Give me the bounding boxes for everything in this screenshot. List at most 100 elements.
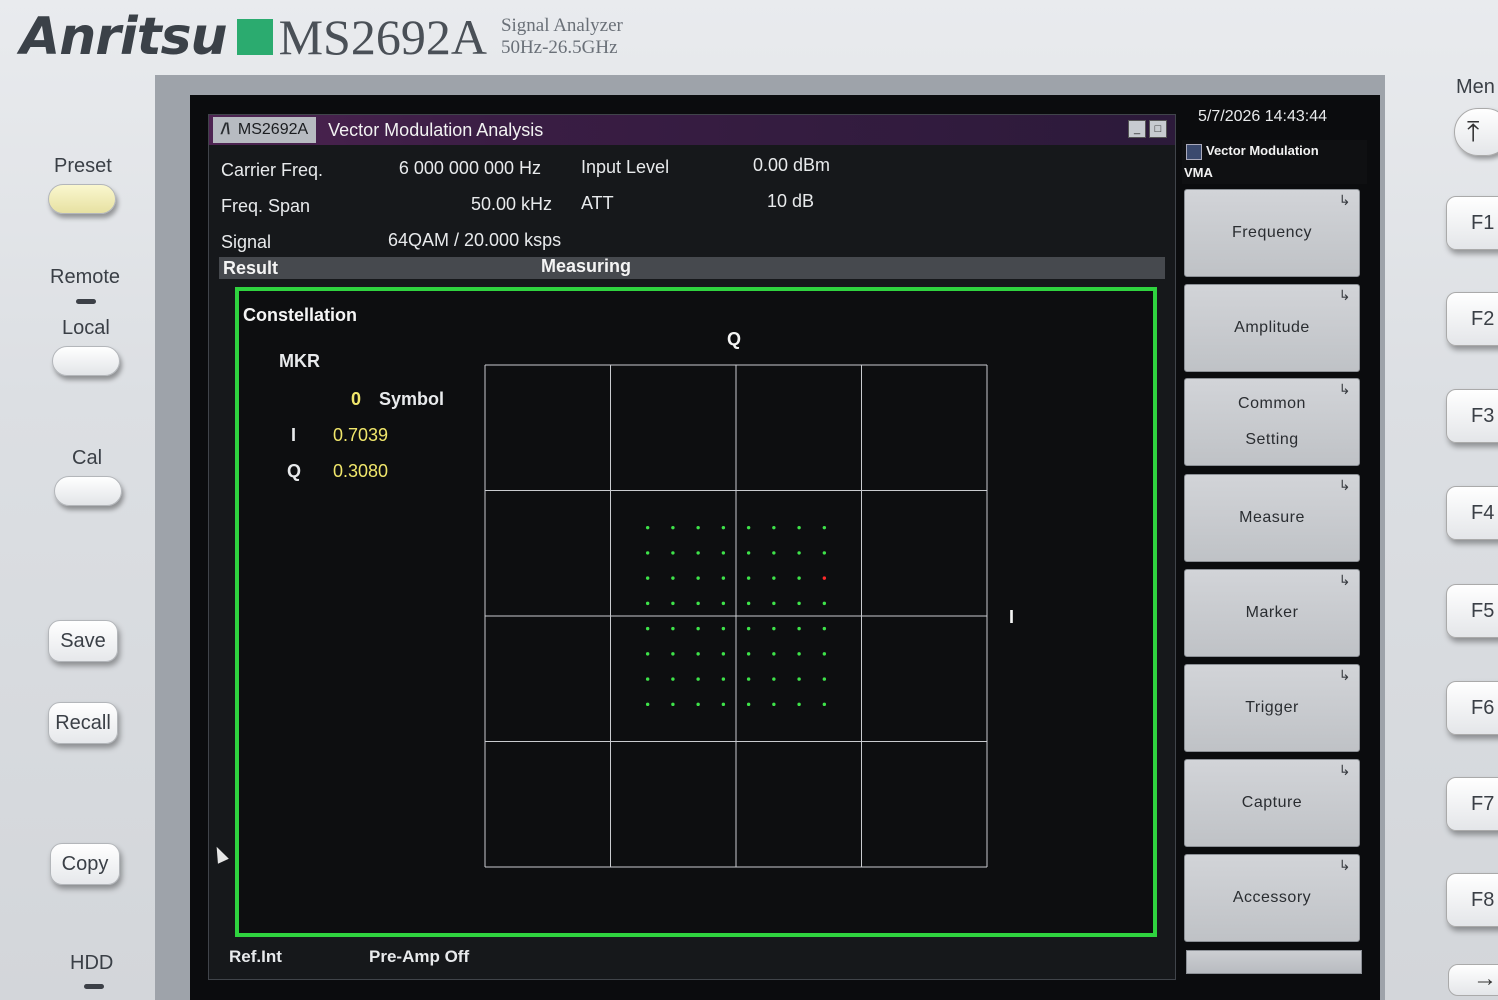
recall-button[interactable]: Recall [48, 702, 118, 744]
f3-key[interactable]: F3 [1446, 389, 1498, 443]
constellation-panel[interactable]: Constellation MKR 0 Symbol I 0.7039 Q 0.… [235, 287, 1157, 937]
constellation-point [797, 551, 801, 555]
f6-key[interactable]: F6 [1446, 681, 1498, 735]
constellation-point [696, 702, 700, 707]
constellation-point [746, 551, 751, 555]
att-value: 10 dB [766, 191, 814, 211]
carrier-freq-label: Carrier Freq. [221, 160, 324, 180]
constellation-point [671, 551, 675, 555]
description-line2: 50Hz-26.5GHz [500, 37, 618, 58]
constellation-point [645, 652, 650, 656]
softkey-trigger[interactable]: ↳ Trigger [1184, 664, 1360, 752]
constellation-point [645, 702, 650, 707]
signal-label: Signal [221, 232, 272, 252]
constellation-point [797, 702, 801, 707]
submenu-arrow-icon: ↳ [1338, 572, 1351, 588]
save-button[interactable]: Save [48, 620, 118, 662]
app-tab[interactable]: /\ MS2692A [213, 117, 317, 143]
marker-q-label: Q [287, 461, 302, 481]
constellation-point [797, 677, 801, 681]
softkey-common-setting[interactable]: ↳ Common Setting [1184, 378, 1360, 466]
constellation-point [721, 677, 726, 681]
softkey-label-line1: Common [1238, 395, 1306, 412]
softkey-measure[interactable]: ↳ Measure [1184, 474, 1360, 562]
f5-key[interactable]: F5 [1446, 584, 1498, 638]
constellation-point [746, 525, 751, 530]
constellation-point [797, 576, 801, 580]
menu-up-button[interactable]: ⤒ [1454, 108, 1498, 156]
constellation-point [822, 702, 827, 707]
constellation-point [746, 652, 751, 656]
softkey-capture[interactable]: ↳ Capture [1184, 759, 1360, 847]
constellation-point [772, 551, 776, 555]
f8-key[interactable]: F8 [1446, 873, 1498, 927]
input-level-value: 0.00 dBm [752, 155, 830, 175]
softkey-label: Amplitude [1234, 319, 1310, 336]
constellation-point [746, 576, 751, 580]
f4-key[interactable]: F4 [1446, 486, 1498, 540]
application-icon [1186, 144, 1202, 160]
hdd-led [84, 984, 104, 989]
input-level-label: Input Level [581, 157, 670, 177]
constellation-point [721, 626, 726, 631]
softkey-label: Capture [1241, 794, 1303, 811]
constellation-point [797, 601, 801, 606]
reference-status: Ref.Int [229, 947, 282, 966]
softkey-panel-header: Vector Modulation VMA [1182, 140, 1367, 184]
result-bar: Result Measuring [219, 256, 1165, 279]
softkey-frequency[interactable]: ↳ Frequency [1184, 189, 1360, 277]
constellation-point [645, 551, 650, 555]
f1-key[interactable]: F1 [1446, 196, 1498, 250]
constellation-point [822, 626, 827, 631]
marker-point [822, 576, 827, 580]
softkey-accessory[interactable]: ↳ Accessory [1184, 854, 1360, 942]
f7-key[interactable]: F7 [1446, 777, 1498, 831]
constellation-point [797, 525, 801, 530]
softkey-label: Accessory [1232, 889, 1312, 906]
softkey-panel-subtitle: VMA [1184, 165, 1213, 180]
constellation-point [746, 677, 751, 681]
remote-label: Remote [50, 266, 121, 288]
constellation-point [772, 576, 776, 580]
measuring-status: Measuring [541, 256, 632, 276]
anritsu-logo: Anritsu [20, 7, 228, 67]
constellation-point [772, 677, 776, 681]
constellation-point [746, 702, 751, 707]
constellation-point [696, 551, 700, 555]
softkey-marker[interactable]: ↳ Marker [1184, 569, 1360, 657]
softkey-blank[interactable] [1186, 950, 1362, 974]
local-button[interactable] [52, 346, 120, 376]
constellation-point [696, 601, 700, 606]
constellation-point [671, 626, 675, 631]
brand-header: Anritsu MS2692A Signal Analyzer 50Hz-26.… [20, 2, 623, 72]
constellation-point [645, 576, 650, 580]
maximize-icon[interactable]: □ [1149, 120, 1167, 138]
constellation-point [696, 576, 700, 580]
cal-button[interactable] [54, 476, 122, 506]
constellation-point [772, 626, 776, 631]
preset-label: Preset [54, 155, 112, 177]
constellation-point [721, 551, 726, 555]
constellation-point [696, 626, 700, 631]
submenu-arrow-icon: ↳ [1338, 667, 1351, 683]
signal-value: 64QAM / 20.000 ksps [388, 230, 562, 250]
marker-i-value: 0.7039 [333, 425, 389, 445]
f2-key[interactable]: F2 [1446, 292, 1498, 346]
local-label: Local [62, 317, 110, 339]
constellation-point [696, 525, 700, 530]
constellation-chart [484, 364, 988, 868]
preset-button[interactable] [48, 184, 116, 214]
app-tab-label: MS2692A [237, 121, 309, 138]
softkey-label: Marker [1245, 604, 1299, 621]
anritsu-mini-logo-icon: /\ [221, 121, 230, 138]
minimize-icon[interactable]: _ [1128, 120, 1146, 138]
softkey-amplitude[interactable]: ↳ Amplitude [1184, 284, 1360, 372]
next-arrow-button[interactable]: → [1448, 964, 1498, 996]
submenu-arrow-icon: ↳ [1338, 762, 1351, 778]
copy-button[interactable]: Copy [50, 843, 120, 885]
marker-q-value: 0.3080 [333, 461, 389, 481]
constellation-point [645, 677, 650, 681]
constellation-point [645, 525, 650, 530]
constellation-title: Constellation [243, 305, 358, 325]
menu-up-icon: ⤒ [1467, 115, 1480, 147]
